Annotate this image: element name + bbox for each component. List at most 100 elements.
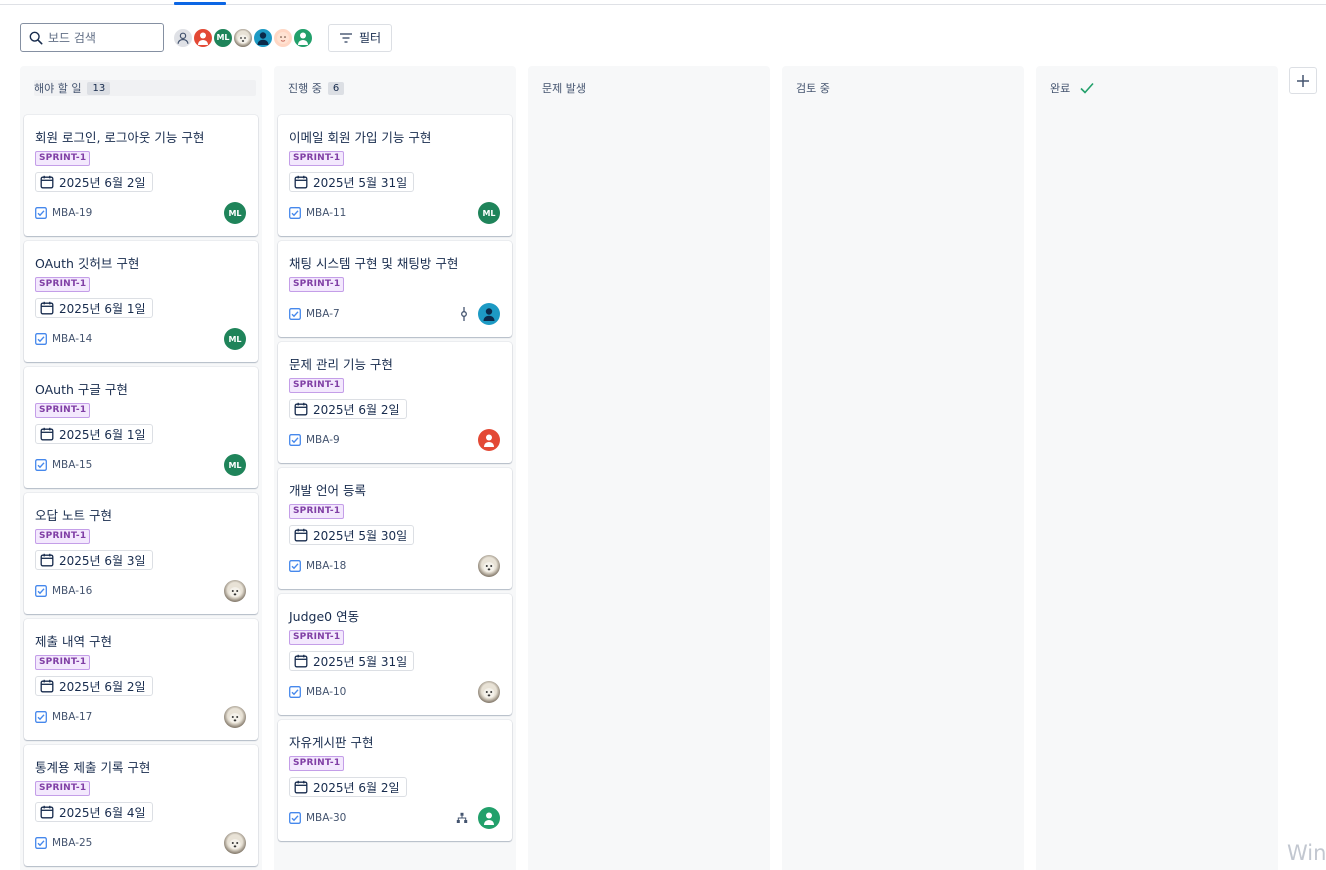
due-date[interactable]: 2025년 5월 31일 — [289, 651, 415, 671]
sprint-label: SPRINT-1 — [289, 504, 345, 519]
issue-card[interactable]: 문제 관리 기능 구현 SPRINT-1 2025년 6월 2일 MBA-9 — [278, 342, 512, 463]
card-footer: MBA-7 — [289, 303, 500, 325]
issue-card[interactable]: Judge0 연동 SPRINT-1 2025년 5월 31일 MBA-10 — [278, 594, 512, 715]
task-checkbox-icon — [35, 207, 47, 219]
search-input[interactable] — [48, 30, 158, 45]
due-date[interactable]: 2025년 6월 1일 — [35, 424, 153, 444]
assignee-avatar[interactable]: ML — [224, 202, 246, 224]
assignee-avatar[interactable] — [478, 429, 500, 451]
column-header[interactable]: 문제 발생 — [528, 66, 770, 110]
due-date[interactable]: 2025년 6월 2일 — [289, 777, 407, 797]
task-checkbox-icon — [289, 207, 301, 219]
plus-icon — [1297, 74, 1309, 87]
issue-key[interactable]: MBA-14 — [52, 333, 92, 345]
due-date[interactable]: 2025년 6월 4일 — [35, 802, 153, 822]
check-icon — [1080, 82, 1094, 94]
subtask-icon — [456, 812, 468, 823]
task-checkbox-icon — [35, 333, 47, 345]
task-checkbox-icon — [289, 560, 301, 572]
column-header[interactable]: 완료 — [1036, 66, 1278, 110]
due-date[interactable]: 2025년 6월 2일 — [35, 676, 153, 696]
card-title: 개발 언어 등록 — [289, 483, 366, 498]
issue-card[interactable]: 개발 언어 등록 SPRINT-1 2025년 5월 30일 MBA-18 — [278, 468, 512, 589]
task-checkbox-icon — [35, 459, 47, 471]
column-header[interactable]: 진행 중 6 — [274, 66, 516, 110]
issue-card[interactable]: 오답 노트 구현 SPRINT-1 2025년 6월 3일 MBA-16 — [24, 493, 258, 614]
unassigned-avatar[interactable] — [172, 26, 194, 49]
assignee-avatar[interactable] — [478, 807, 500, 829]
avatar-teal[interactable] — [252, 26, 274, 49]
column-header[interactable]: 해야 할 일 13 — [20, 66, 262, 110]
card-title: 회원 로그인, 로그아웃 기능 구현 — [35, 130, 205, 145]
avatar-green-user[interactable] — [292, 26, 314, 49]
due-date[interactable]: 2025년 5월 30일 — [289, 525, 415, 545]
issue-key[interactable]: MBA-10 — [306, 686, 346, 698]
task-checkbox-icon — [35, 585, 47, 597]
assignee-avatar-group: ML — [172, 26, 314, 49]
board-search[interactable] — [20, 23, 164, 52]
column-header[interactable]: 검토 중 — [782, 66, 1024, 110]
issue-card[interactable]: OAuth 구글 구현 SPRINT-1 2025년 6월 1일 MBA-15 ML — [24, 367, 258, 488]
assignee-avatar[interactable]: ML — [224, 328, 246, 350]
assignee-avatar[interactable] — [478, 555, 500, 577]
avatar-ml[interactable]: ML — [212, 26, 234, 49]
commit-icon — [461, 307, 467, 321]
card-title: Judge0 연동 — [289, 609, 360, 624]
assignee-avatar[interactable] — [224, 832, 246, 854]
issue-card[interactable]: 통계용 제출 기록 구현 SPRINT-1 2025년 6월 4일 MBA-25 — [24, 745, 258, 866]
calendar-icon — [40, 805, 54, 819]
card-footer: MBA-16 — [35, 580, 246, 602]
issue-key[interactable]: MBA-18 — [306, 560, 346, 572]
filter-button[interactable]: 필터 — [328, 23, 392, 52]
card-extra — [460, 307, 468, 321]
avatar-orange[interactable] — [192, 26, 214, 49]
due-date-text: 2025년 6월 2일 — [59, 175, 146, 190]
avatar-initials: ML — [228, 208, 242, 218]
due-date[interactable]: 2025년 6월 2일 — [35, 172, 153, 192]
issue-key[interactable]: MBA-11 — [306, 207, 346, 219]
dog-face-icon — [483, 562, 495, 573]
avatar-dog[interactable] — [232, 26, 254, 49]
board-column: 진행 중 6 이메일 회원 가입 기능 구현 SPRINT-1 2025년 5월 31일… — [274, 66, 516, 870]
issue-card[interactable]: 제출 내역 구현 SPRINT-1 2025년 6월 2일 MBA-17 — [24, 619, 258, 740]
card-title: 오답 노트 구현 — [35, 508, 112, 523]
issue-key[interactable]: MBA-17 — [52, 711, 92, 723]
issue-key[interactable]: MBA-7 — [306, 308, 340, 320]
card-footer: MBA-11 ML — [289, 202, 500, 224]
issue-card[interactable]: OAuth 깃허브 구현 SPRINT-1 2025년 6월 1일 MBA-14 ML — [24, 241, 258, 362]
assignee-avatar[interactable]: ML — [224, 454, 246, 476]
issue-key[interactable]: MBA-19 — [52, 207, 92, 219]
issue-card[interactable]: 이메일 회원 가입 기능 구현 SPRINT-1 2025년 5월 31일 MBA-1… — [278, 115, 512, 236]
card-footer: MBA-14 ML — [35, 328, 246, 350]
issue-key[interactable]: MBA-9 — [306, 434, 340, 446]
due-date-text: 2025년 6월 3일 — [59, 553, 146, 568]
calendar-icon — [294, 402, 308, 416]
due-date[interactable]: 2025년 6월 1일 — [35, 298, 153, 318]
calendar-icon — [294, 654, 308, 668]
issue-key[interactable]: MBA-15 — [52, 459, 92, 471]
card-title: 제출 내역 구현 — [35, 634, 112, 649]
add-column-button[interactable] — [1289, 67, 1317, 94]
avatar-initials: ML — [482, 208, 496, 218]
issue-key[interactable]: MBA-25 — [52, 837, 92, 849]
user-icon — [257, 31, 269, 45]
sprint-label: SPRINT-1 — [289, 756, 345, 771]
issue-key[interactable]: MBA-30 — [306, 812, 346, 824]
user-icon — [484, 434, 494, 447]
due-date[interactable]: 2025년 6월 3일 — [35, 550, 153, 570]
card-footer: MBA-15 ML — [35, 454, 246, 476]
assignee-avatar[interactable]: ML — [478, 202, 500, 224]
assignee-avatar[interactable] — [478, 681, 500, 703]
sprint-label: SPRINT-1 — [289, 630, 345, 645]
due-date[interactable]: 2025년 6월 2일 — [289, 399, 407, 419]
issue-card[interactable]: 채팅 시스템 구현 및 채팅방 구현 SPRINT-1 MBA-7 — [278, 241, 512, 337]
assignee-avatar[interactable] — [224, 580, 246, 602]
assignee-avatar[interactable] — [478, 303, 500, 325]
task-checkbox-icon — [289, 686, 301, 698]
due-date[interactable]: 2025년 5월 31일 — [289, 172, 415, 192]
issue-card[interactable]: 자유게시판 구현 SPRINT-1 2025년 6월 2일 MBA-30 — [278, 720, 512, 841]
issue-card[interactable]: 회원 로그인, 로그아웃 기능 구현 SPRINT-1 2025년 6월 2일 MBA… — [24, 115, 258, 236]
issue-key[interactable]: MBA-16 — [52, 585, 92, 597]
assignee-avatar[interactable] — [224, 706, 246, 728]
avatar-face[interactable] — [272, 26, 294, 49]
